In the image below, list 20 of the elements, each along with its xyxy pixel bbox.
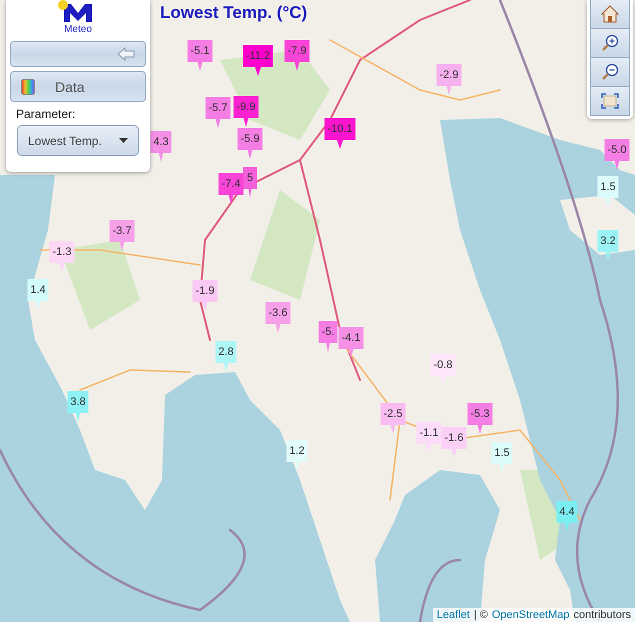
- logo-text: Meteo: [64, 24, 92, 35]
- caret-icon: [119, 138, 128, 143]
- parameter-label: Parameter:: [16, 107, 76, 121]
- full-extent-button[interactable]: [590, 86, 630, 116]
- leaflet-link[interactable]: Leaflet: [436, 609, 470, 621]
- map-title: Lowest Temp. (°C): [160, 3, 308, 23]
- full-extent-icon: [601, 93, 619, 109]
- data-button[interactable]: Data: [10, 71, 146, 102]
- openstreetmap-link[interactable]: OpenStreetMap: [492, 609, 570, 621]
- zoom-in-button[interactable]: [590, 28, 630, 58]
- zoom-out-button[interactable]: [590, 57, 630, 87]
- parameter-select[interactable]: Lowest Temp.: [17, 125, 139, 156]
- home-button[interactable]: [590, 0, 630, 29]
- home-icon: [601, 5, 619, 23]
- zoom-out-icon: [601, 63, 619, 81]
- arrow-left-icon: [117, 47, 135, 61]
- color-scale-icon: [21, 78, 35, 94]
- attribution-separator: | ©: [474, 609, 488, 621]
- zoom-in-icon: [601, 34, 619, 52]
- attribution-text: contributors: [574, 609, 631, 621]
